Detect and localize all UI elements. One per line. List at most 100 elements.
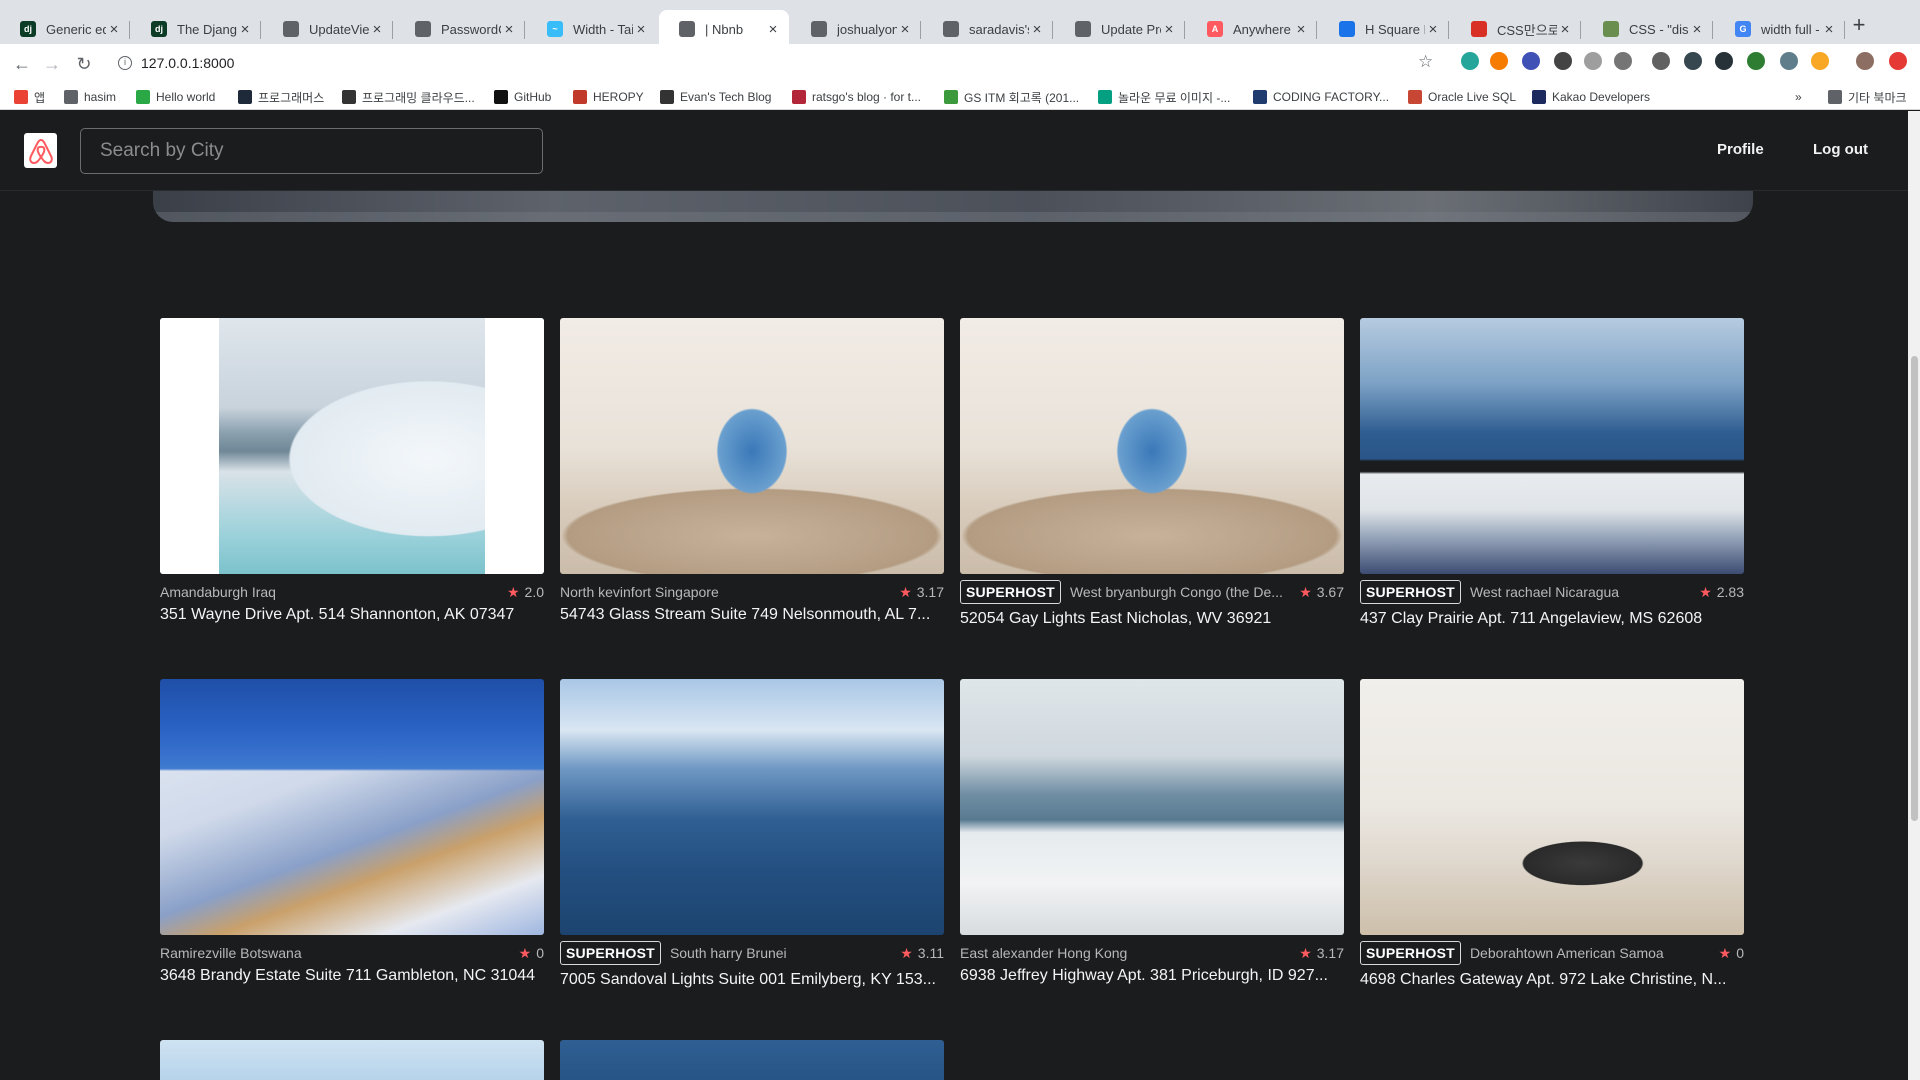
browser-tab[interactable]: H Square Ico×	[1319, 10, 1449, 48]
update-menu-icon[interactable]	[1889, 52, 1907, 70]
extension-icon[interactable]	[1522, 52, 1540, 70]
close-tab-icon[interactable]: ×	[369, 21, 385, 38]
bookmark-item[interactable]: HEROPY	[573, 88, 644, 106]
close-tab-icon[interactable]: ×	[1293, 21, 1309, 38]
bookmark-item[interactable]: GitHub	[494, 88, 551, 106]
forward-icon[interactable]: →	[40, 52, 64, 76]
browser-tab[interactable]: | Nbnb ×	[659, 10, 789, 48]
room-card[interactable]: Ramirezville Botswana ★ 0 3648 Brandy Estat…	[160, 679, 544, 1009]
room-photo[interactable]	[560, 318, 944, 574]
close-tab-icon[interactable]: ×	[765, 21, 781, 38]
close-tab-icon[interactable]: ×	[106, 21, 122, 38]
close-tab-icon[interactable]: ×	[1425, 21, 1441, 38]
browser-tab[interactable]: dj The Django×	[131, 10, 261, 48]
browser-tab[interactable]: UpdateView×	[263, 10, 393, 48]
close-tab-icon[interactable]: ×	[1029, 21, 1045, 38]
profile-avatar-icon[interactable]	[1856, 52, 1874, 70]
room-address[interactable]: 4698 Charles Gateway Apt. 972 Lake Chris…	[1360, 971, 1744, 989]
extension-icon[interactable]	[1490, 52, 1508, 70]
browser-tab[interactable]: A Anywhere - ×	[1187, 10, 1317, 48]
reload-icon[interactable]: ↻	[72, 52, 96, 76]
bookmark-item[interactable]: Kakao Developers	[1532, 88, 1650, 106]
extension-icon[interactable]	[1780, 52, 1798, 70]
close-tab-icon[interactable]: ×	[897, 21, 913, 38]
room-address[interactable]: 7005 Sandoval Lights Suite 001 Emilyberg…	[560, 971, 944, 989]
close-tab-icon[interactable]: ×	[237, 21, 253, 38]
extension-icon[interactable]	[1811, 52, 1829, 70]
room-photo[interactable]	[960, 679, 1344, 935]
close-tab-icon[interactable]: ×	[633, 21, 649, 38]
browser-tab[interactable]: joshualyons×	[791, 10, 921, 48]
room-address[interactable]: 6938 Jeffrey Highway Apt. 381 Priceburgh…	[960, 967, 1344, 985]
bookmark-item[interactable]: 놀라운 무료 이미지 -...	[1098, 88, 1230, 106]
browser-tab[interactable]: dj Generic editi×	[0, 10, 130, 48]
bookmark-item[interactable]: Evan's Tech Blog	[660, 88, 771, 106]
room-card[interactable]: Amandaburgh Iraq ★ 2.0 351 Wayne Drive Apt.…	[160, 318, 544, 648]
room-photo[interactable]	[560, 679, 944, 935]
room-rating: ★ 2.83	[1699, 584, 1744, 601]
bookmark-item[interactable]: hasim	[64, 88, 116, 106]
room-address[interactable]: 437 Clay Prairie Apt. 711 Angelaview, MS…	[1360, 610, 1744, 628]
room-card[interactable]: SUPERHOST South harry Brunei ★ 3.11 7005 San…	[560, 679, 944, 1009]
address-bar[interactable]: i 127.0.0.1:8000	[108, 49, 1438, 79]
room-address[interactable]: 54743 Glass Stream Suite 749 Nelsonmouth…	[560, 606, 944, 624]
room-address[interactable]: 351 Wayne Drive Apt. 514 Shannonton, AK …	[160, 606, 544, 624]
close-tab-icon[interactable]: ×	[1821, 21, 1837, 38]
browser-tab[interactable]: CSS - "displ×	[1583, 10, 1713, 48]
extension-icon[interactable]	[1584, 52, 1602, 70]
close-tab-icon[interactable]: ×	[1161, 21, 1177, 38]
room-card[interactable]: SUPERHOST West rachael Nicaragua ★ 2.83 437 …	[1360, 318, 1744, 648]
extension-icon[interactable]	[1554, 52, 1572, 70]
search-by-city-input[interactable]	[80, 128, 543, 174]
profile-link[interactable]: Profile	[1717, 141, 1764, 158]
room-photo[interactable]	[160, 679, 544, 935]
bookmark-item[interactable]: 프로그래밍 클라우드...	[342, 88, 475, 106]
browser-tab[interactable]: ~ Width - Tailw×	[527, 10, 657, 48]
room-address[interactable]: 52054 Gay Lights East Nicholas, WV 36921	[960, 610, 1344, 628]
bookmark-item[interactable]: CODING FACTORY...	[1253, 88, 1389, 106]
room-card[interactable]: SUPERHOST Deborahtown American Samoa ★ 0 469…	[1360, 679, 1744, 1009]
extension-icon[interactable]	[1461, 52, 1479, 70]
bookmark-item[interactable]: 프로그래머스	[238, 88, 324, 106]
extension-icon[interactable]	[1747, 52, 1765, 70]
bookmark-item[interactable]: ratsgo's blog · for t...	[792, 88, 921, 106]
room-card[interactable]: SUPERHOST West bryanburgh Congo (the De..…	[960, 318, 1344, 648]
close-tab-icon[interactable]: ×	[1557, 21, 1573, 38]
bookmark-item[interactable]: 기타 북마크	[1828, 88, 1907, 106]
room-photo[interactable]	[560, 1040, 944, 1080]
apps-shortcut[interactable]: 앱	[14, 88, 45, 106]
browser-tab[interactable]: saradavis's l×	[923, 10, 1053, 48]
close-tab-icon[interactable]: ×	[1689, 21, 1705, 38]
back-icon[interactable]: ←	[10, 52, 34, 76]
room-photo[interactable]	[160, 1040, 544, 1080]
browser-tab[interactable]: Gwidth full - ×	[1715, 10, 1845, 48]
globe-icon	[811, 21, 827, 37]
room-card[interactable]: North kevinfort Singapore ★ 3.17 54743 Glas…	[560, 318, 944, 648]
page-scrollbar[interactable]	[1908, 111, 1920, 1080]
bookmark-star-icon[interactable]: ☆	[1418, 52, 1433, 72]
logout-link[interactable]: Log out	[1813, 141, 1868, 158]
extension-icon[interactable]	[1614, 52, 1632, 70]
room-photo[interactable]	[1360, 318, 1744, 574]
bookmark-item[interactable]: Hello world	[136, 88, 215, 106]
room-photo[interactable]	[1360, 679, 1744, 935]
extension-icon[interactable]	[1715, 52, 1733, 70]
extension-icon[interactable]	[1652, 52, 1670, 70]
close-tab-icon[interactable]: ×	[501, 21, 517, 38]
bookmark-favicon-icon	[660, 90, 674, 104]
room-photo[interactable]	[160, 318, 544, 574]
bookmark-item[interactable]: GS ITM 회고록 (201...	[944, 88, 1079, 106]
scrollbar-thumb[interactable]	[1911, 356, 1918, 821]
site-info-icon[interactable]: i	[118, 56, 132, 70]
browser-tab[interactable]: Update Prof×	[1055, 10, 1185, 48]
room-photo[interactable]	[960, 318, 1344, 574]
room-address[interactable]: 3648 Brandy Estate Suite 711 Gambleton, …	[160, 967, 544, 985]
room-card[interactable]: East alexander Hong Kong ★ 3.17 6938 Jeffre…	[960, 679, 1344, 1009]
browser-tab[interactable]: CSS만으로 ×	[1451, 10, 1581, 48]
browser-tab[interactable]: PasswordCh×	[395, 10, 525, 48]
extension-icon[interactable]	[1684, 52, 1702, 70]
bookmarks-overflow-button[interactable]: »	[1795, 88, 1802, 106]
bookmark-item[interactable]: Oracle Live SQL	[1408, 88, 1516, 106]
airbnb-logo-icon[interactable]	[24, 133, 57, 168]
new-tab-button[interactable]: +	[1845, 12, 1873, 40]
